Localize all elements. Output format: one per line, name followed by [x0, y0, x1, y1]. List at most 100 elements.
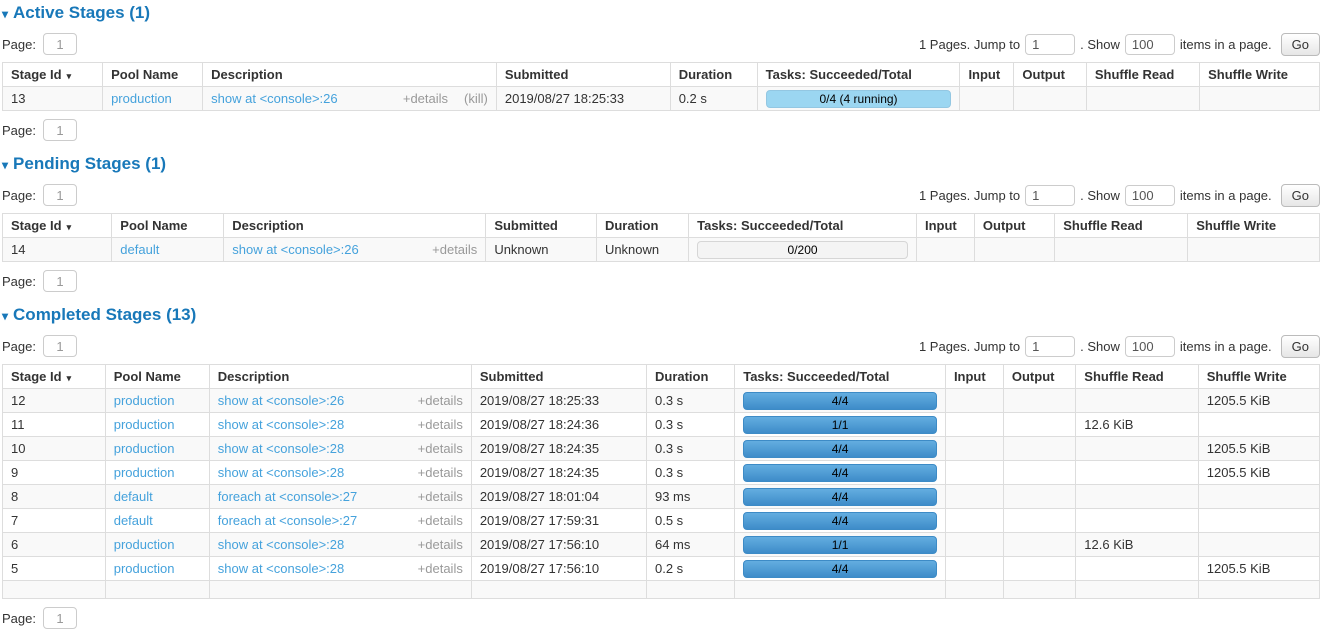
cell-empty [3, 581, 106, 599]
col-header-duration[interactable]: Duration [596, 214, 688, 238]
description-actions: +details [408, 561, 463, 576]
cell-submitted: 2019/08/27 18:24:36 [471, 413, 646, 437]
description-link[interactable]: show at <console>:28 [218, 465, 344, 480]
col-header-output[interactable]: Output [1014, 63, 1086, 87]
details-toggle[interactable]: +details [432, 242, 477, 257]
cell-submitted: 2019/08/27 17:56:10 [471, 533, 646, 557]
col-header-shuffle-read[interactable]: Shuffle Read [1086, 63, 1199, 87]
section-heading-active[interactable]: ▾Active Stages (1) [2, 4, 1320, 23]
progress-label: 4/4 [744, 513, 936, 529]
description-link[interactable]: show at <console>:28 [218, 441, 344, 456]
table-head-pending: Stage Id▾Pool NameDescriptionSubmittedDu… [3, 214, 1320, 238]
show-count-input[interactable] [1125, 34, 1175, 55]
pagination-row-pending-bottom: Page: [2, 269, 1320, 293]
col-header-shuffle-write[interactable]: Shuffle Write [1188, 214, 1320, 238]
page-label: Page: [2, 37, 36, 52]
col-header-pool-name[interactable]: Pool Name [112, 214, 224, 238]
col-header-pool-name[interactable]: Pool Name [103, 63, 203, 87]
jump-to-input[interactable] [1025, 34, 1075, 55]
cell-empty [1076, 581, 1198, 599]
section-heading-pending[interactable]: ▾Pending Stages (1) [2, 155, 1320, 174]
col-header-submitted[interactable]: Submitted [471, 365, 646, 389]
progress-label: 0/4 (4 running) [767, 91, 951, 107]
description-link[interactable]: show at <console>:28 [218, 561, 344, 576]
page-jump-control: 1 Pages. Jump to. Showitems in a page.Go [919, 184, 1320, 207]
jump-to-input[interactable] [1025, 336, 1075, 357]
show-count-input[interactable] [1125, 336, 1175, 357]
go-button[interactable]: Go [1281, 33, 1320, 56]
col-header-submitted[interactable]: Submitted [486, 214, 597, 238]
col-header-stage-id[interactable]: Stage Id▾ [3, 63, 103, 87]
description-link[interactable]: show at <console>:26 [232, 242, 358, 257]
cell-shuffle-read: 12.6 KiB [1076, 533, 1198, 557]
col-header-input[interactable]: Input [945, 365, 1003, 389]
description-link[interactable]: foreach at <console>:27 [218, 513, 358, 528]
pool-name-link[interactable]: production [114, 561, 175, 576]
section-heading-completed[interactable]: ▾Completed Stages (13) [2, 306, 1320, 325]
col-header-tasks[interactable]: Tasks: Succeeded/Total [757, 63, 960, 87]
description-wrap: show at <console>:26 +details (kill) [211, 91, 488, 106]
col-header-output[interactable]: Output [1003, 365, 1075, 389]
col-header-stage-id[interactable]: Stage Id▾ [3, 365, 106, 389]
description-link[interactable]: show at <console>:26 [218, 393, 344, 408]
col-header-input[interactable]: Input [960, 63, 1014, 87]
description-link[interactable]: show at <console>:26 [211, 91, 337, 106]
col-header-label: Tasks: Succeeded/Total [743, 369, 889, 384]
col-header-tasks[interactable]: Tasks: Succeeded/Total [735, 365, 946, 389]
details-toggle[interactable]: +details [418, 513, 463, 528]
col-header-stage-id[interactable]: Stage Id▾ [3, 214, 112, 238]
pool-name-link[interactable]: production [114, 441, 175, 456]
show-count-input[interactable] [1125, 185, 1175, 206]
task-progress-bar: 1/1 [743, 416, 937, 434]
page-number-input[interactable] [43, 184, 77, 206]
pool-name-link[interactable]: production [114, 465, 175, 480]
col-header-duration[interactable]: Duration [670, 63, 757, 87]
col-header-description[interactable]: Description [224, 214, 486, 238]
go-button[interactable]: Go [1281, 335, 1320, 358]
details-toggle[interactable]: +details [418, 465, 463, 480]
details-toggle[interactable]: +details [418, 489, 463, 504]
details-toggle[interactable]: +details [418, 393, 463, 408]
page-number-input[interactable] [43, 270, 77, 292]
col-header-label: Input [954, 369, 986, 384]
description-link[interactable]: foreach at <console>:27 [218, 489, 358, 504]
pool-name-link[interactable]: production [114, 417, 175, 432]
page-number-input[interactable] [43, 335, 77, 357]
description-actions: +details [422, 242, 477, 257]
page-number-input[interactable] [43, 607, 77, 629]
pool-name-link[interactable]: default [114, 489, 153, 504]
page-label: Page: [2, 188, 36, 203]
description-link[interactable]: show at <console>:28 [218, 417, 344, 432]
cell-shuffle-write: 1205.5 KiB [1198, 557, 1319, 581]
details-toggle[interactable]: +details [418, 417, 463, 432]
jump-to-input[interactable] [1025, 185, 1075, 206]
col-header-output[interactable]: Output [974, 214, 1054, 238]
kill-link[interactable]: (kill) [464, 91, 488, 106]
col-header-shuffle-write[interactable]: Shuffle Write [1200, 63, 1320, 87]
col-header-input[interactable]: Input [916, 214, 974, 238]
go-button[interactable]: Go [1281, 184, 1320, 207]
col-header-shuffle-read[interactable]: Shuffle Read [1055, 214, 1188, 238]
pool-name-link[interactable]: production [114, 393, 175, 408]
details-toggle[interactable]: +details [403, 91, 448, 106]
description-wrap: show at <console>:28 +details [218, 561, 463, 576]
col-header-duration[interactable]: Duration [646, 365, 734, 389]
page-number-input[interactable] [43, 119, 77, 141]
details-toggle[interactable]: +details [418, 561, 463, 576]
col-header-pool-name[interactable]: Pool Name [105, 365, 209, 389]
col-header-description[interactable]: Description [203, 63, 497, 87]
page-label: Page: [2, 123, 36, 138]
col-header-shuffle-write[interactable]: Shuffle Write [1198, 365, 1319, 389]
cell-input [945, 389, 1003, 413]
pool-name-link[interactable]: production [111, 91, 172, 106]
pool-name-link[interactable]: default [114, 513, 153, 528]
pool-name-link[interactable]: default [120, 242, 159, 257]
col-header-tasks[interactable]: Tasks: Succeeded/Total [689, 214, 917, 238]
page-number-input[interactable] [43, 33, 77, 55]
details-toggle[interactable]: +details [418, 441, 463, 456]
description-wrap: show at <console>:28 +details [218, 441, 463, 456]
table-header-row: Stage Id▾Pool NameDescriptionSubmittedDu… [3, 365, 1320, 389]
col-header-shuffle-read[interactable]: Shuffle Read [1076, 365, 1198, 389]
col-header-description[interactable]: Description [209, 365, 471, 389]
col-header-submitted[interactable]: Submitted [496, 63, 670, 87]
